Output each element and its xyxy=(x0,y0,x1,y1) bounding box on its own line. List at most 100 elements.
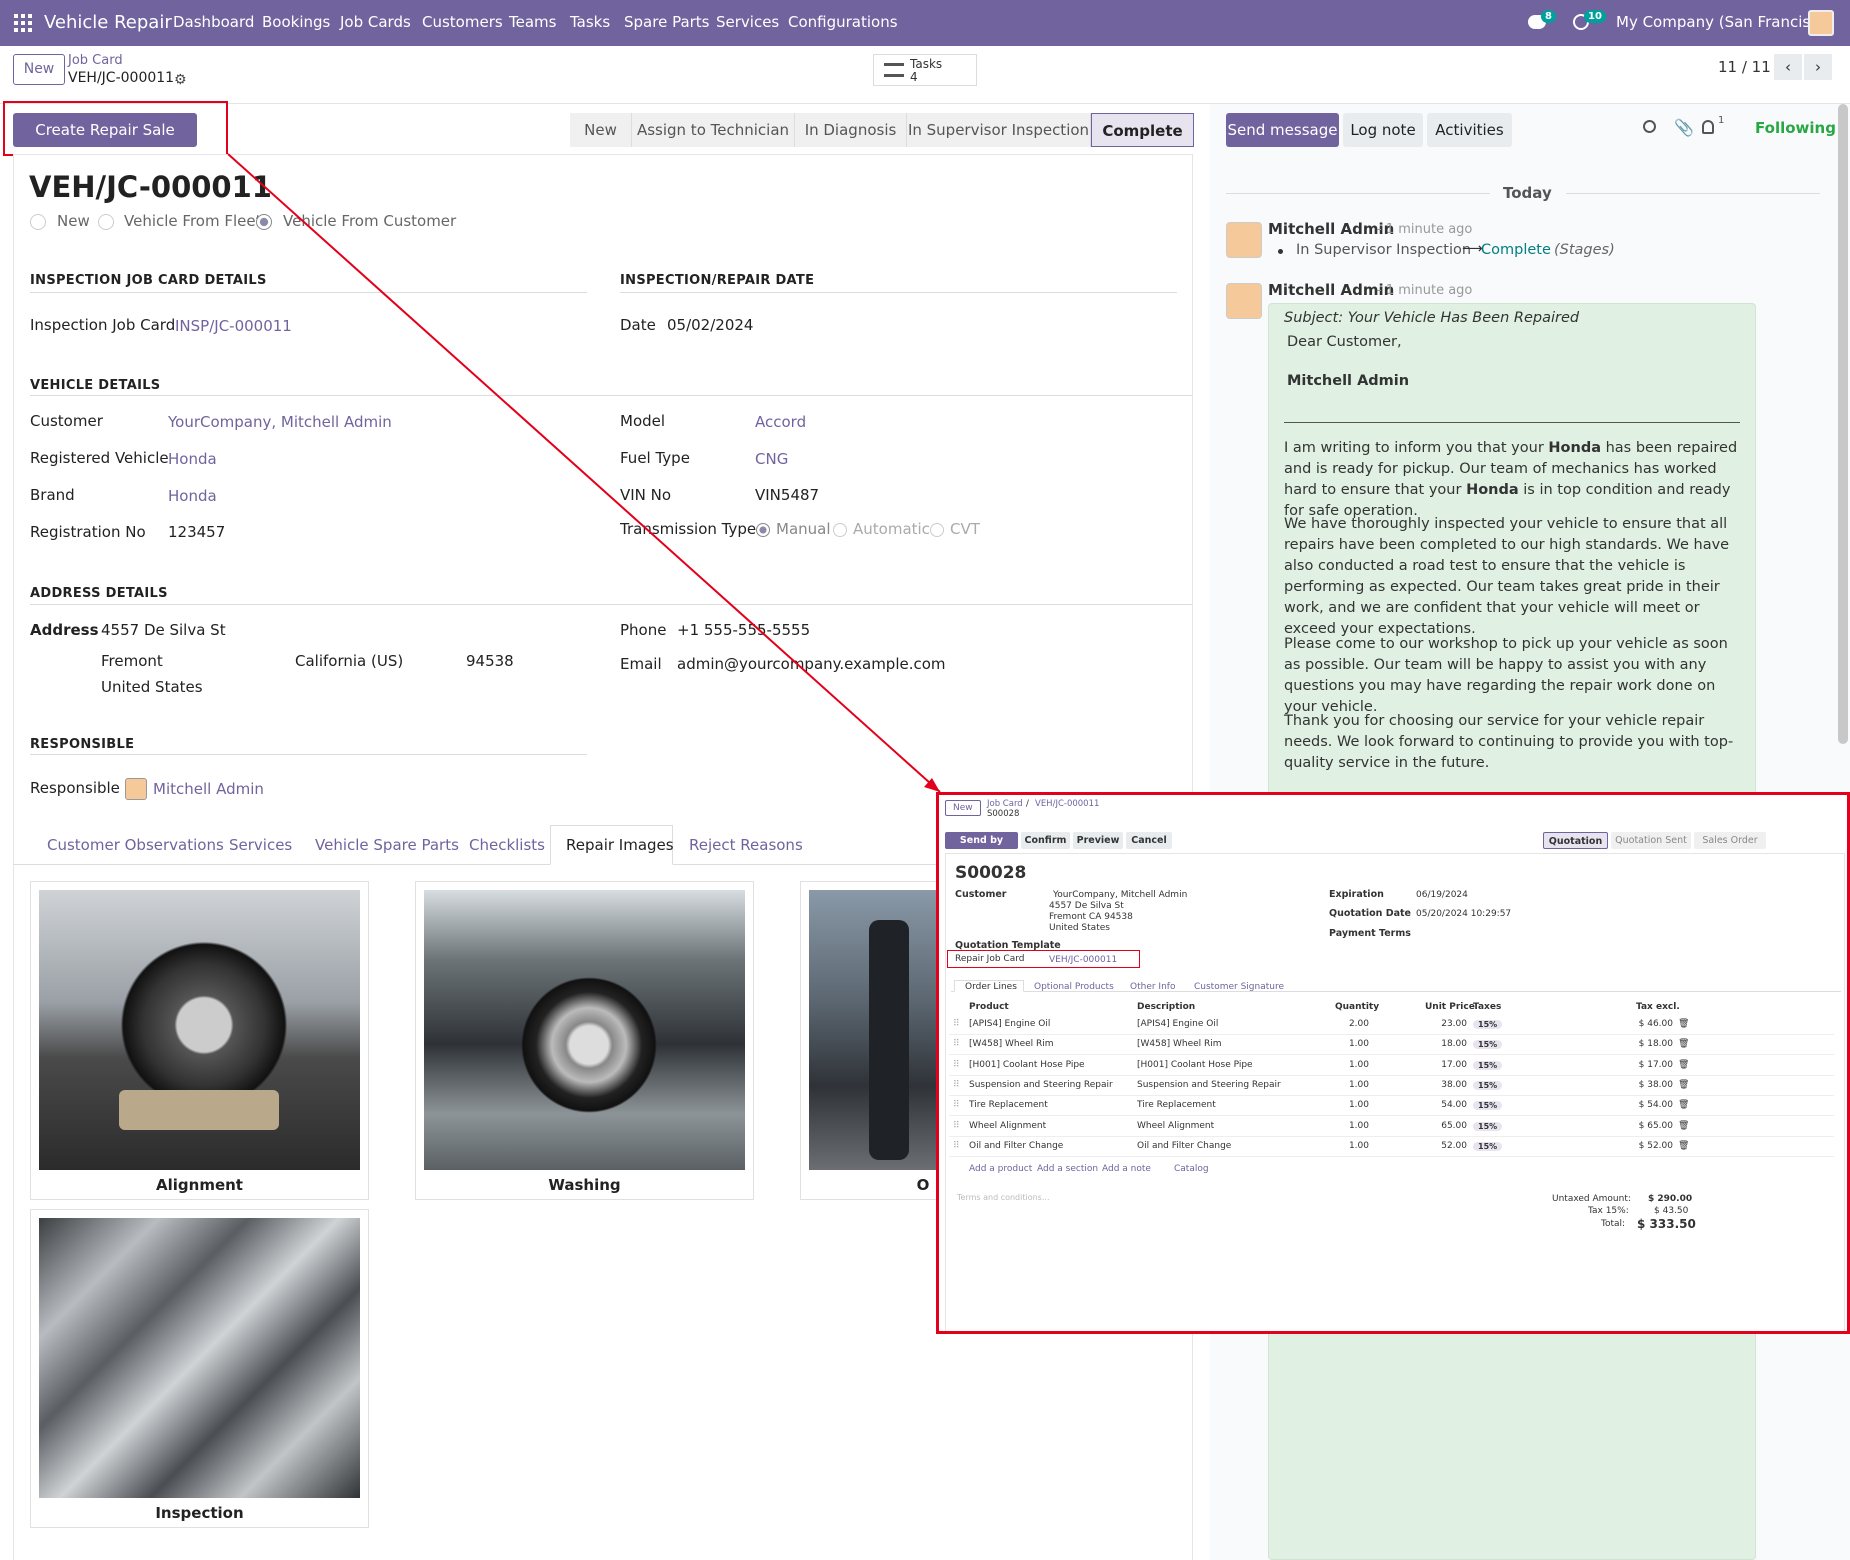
search-icon[interactable] xyxy=(1643,120,1656,133)
quote-order-line[interactable] xyxy=(949,1137,1834,1157)
quote-line-product[interactable]: Tire Replacement xyxy=(969,1100,1048,1110)
quote-line-tax-badge[interactable]: 15% xyxy=(1473,1020,1503,1029)
quote-order-line[interactable] xyxy=(949,1035,1834,1056)
responsible-link[interactable]: Mitchell Admin xyxy=(153,780,264,798)
fuel-type-link[interactable]: CNG xyxy=(755,450,788,468)
trash-icon[interactable]: 🗑 xyxy=(1678,1141,1689,1151)
quote-line-tax-badge[interactable]: 15% xyxy=(1473,1101,1503,1111)
pager-next-button[interactable]: › xyxy=(1804,54,1832,80)
quote-add-note[interactable]: Add a note xyxy=(1102,1164,1151,1174)
stage-new[interactable]: New xyxy=(570,113,632,147)
image-card[interactable]: Washing xyxy=(415,881,754,1200)
user-avatar[interactable] xyxy=(1808,10,1834,36)
quote-line-subtotal[interactable]: $ 46.00 xyxy=(1639,1019,1673,1029)
menu-spare-parts[interactable]: Spare Parts xyxy=(624,13,710,31)
type-customer-radio[interactable] xyxy=(256,214,272,230)
quote-line-price[interactable]: 52.00 xyxy=(1441,1141,1467,1151)
country-value[interactable]: United States xyxy=(101,678,203,696)
quote-line-product[interactable]: Wheel Alignment xyxy=(969,1121,1046,1131)
image-card[interactable]: Alignment xyxy=(30,881,369,1200)
quote-line-description[interactable]: [H001] Coolant Hose Pipe xyxy=(1137,1060,1253,1070)
quote-line-subtotal[interactable]: $ 54.00 xyxy=(1639,1100,1673,1110)
quote-line-tax-badge[interactable]: 15% xyxy=(1473,1040,1503,1050)
pager-value[interactable]: 11 / 11 xyxy=(1718,58,1771,76)
tab-services[interactable]: Services xyxy=(229,836,292,854)
quote-tab-other-info[interactable]: Other Info xyxy=(1130,982,1175,992)
quote-line-description[interactable]: [W458] Wheel Rim xyxy=(1137,1039,1222,1049)
trans-automatic-radio[interactable] xyxy=(833,523,847,537)
quote-line-product[interactable]: [H001] Coolant Hose Pipe xyxy=(969,1060,1085,1070)
quote-cancel-button[interactable]: Cancel xyxy=(1126,832,1172,849)
drag-handle-icon[interactable]: ⠿ xyxy=(953,1100,960,1110)
quote-line-tax-badge[interactable]: 15% xyxy=(1473,1080,1503,1090)
quote-customer-line[interactable]: YourCompany, Mitchell Admin xyxy=(1053,890,1187,900)
quote-line-quantity[interactable]: 1.00 xyxy=(1349,1141,1369,1151)
model-link[interactable]: Accord xyxy=(755,413,806,431)
quote-stage-order[interactable]: Sales Order xyxy=(1694,832,1766,849)
drag-handle-icon[interactable]: ⠿ xyxy=(953,1060,960,1070)
scrollbar[interactable] xyxy=(1838,104,1848,744)
quote-breadcrumb-2[interactable]: VEH/JC-000011 xyxy=(1035,799,1099,809)
quote-line-price[interactable]: 17.00 xyxy=(1441,1060,1467,1070)
app-title[interactable]: Vehicle Repair xyxy=(44,12,172,33)
quote-line-tax-badge[interactable]: 15% xyxy=(1473,1141,1503,1151)
trash-icon[interactable]: 🗑 xyxy=(1678,1039,1689,1049)
email-value[interactable]: admin@yourcompany.example.com xyxy=(677,655,946,673)
menu-customers[interactable]: Customers xyxy=(422,13,503,31)
quote-tab-optional[interactable]: Optional Products xyxy=(1034,982,1114,992)
trash-icon[interactable]: 🗑 xyxy=(1678,1060,1689,1070)
quote-line-subtotal[interactable]: $ 17.00 xyxy=(1639,1060,1673,1070)
quote-line-quantity[interactable]: 1.00 xyxy=(1349,1060,1369,1070)
quote-catalog[interactable]: Catalog xyxy=(1174,1164,1209,1174)
quote-tab-signature[interactable]: Customer Signature xyxy=(1194,982,1284,992)
menu-dashboard[interactable]: Dashboard xyxy=(173,13,254,31)
quote-tab-order-lines[interactable]: Order Lines xyxy=(965,982,1017,992)
drag-handle-icon[interactable]: ⠿ xyxy=(953,1019,960,1029)
quote-line-description[interactable]: Wheel Alignment xyxy=(1137,1121,1214,1131)
quote-line-subtotal[interactable]: $ 18.00 xyxy=(1639,1039,1673,1049)
menu-bookings[interactable]: Bookings xyxy=(262,13,330,31)
quote-line-quantity[interactable]: 1.00 xyxy=(1349,1039,1369,1049)
tab-vehicle-spare-parts[interactable]: Vehicle Spare Parts xyxy=(315,836,459,854)
inspection-link[interactable]: INSP/JC-000011 xyxy=(175,317,292,335)
apps-menu-icon[interactable] xyxy=(14,14,32,32)
stage-in-diagnosis[interactable]: In Diagnosis xyxy=(795,113,907,147)
date-value[interactable]: 05/02/2024 xyxy=(667,316,753,334)
quote-line-product[interactable]: [APIS4] Engine Oil xyxy=(969,1019,1050,1029)
registered-vehicle-link[interactable]: Honda xyxy=(168,450,217,468)
drag-handle-icon[interactable]: ⠿ xyxy=(953,1080,960,1090)
quote-breadcrumb-1[interactable]: Job Card xyxy=(987,799,1023,809)
quote-line-price[interactable]: 54.00 xyxy=(1441,1100,1467,1110)
image-card[interactable]: Inspection xyxy=(30,1209,369,1528)
drag-handle-icon[interactable]: ⠿ xyxy=(953,1141,960,1151)
quote-stage-quotation[interactable]: Quotation xyxy=(1543,832,1608,849)
quote-jobcard-link[interactable]: VEH/JC-000011 xyxy=(1049,955,1117,965)
trash-icon[interactable]: 🗑 xyxy=(1678,1019,1689,1029)
quote-order-line[interactable] xyxy=(949,1096,1834,1117)
menu-services[interactable]: Services xyxy=(716,13,779,31)
quote-line-subtotal[interactable]: $ 65.00 xyxy=(1639,1121,1673,1131)
tab-reject-reasons[interactable]: Reject Reasons xyxy=(689,836,803,854)
tab-customer-observations[interactable]: Customer Observations xyxy=(47,836,224,854)
quote-order-line[interactable] xyxy=(949,1117,1834,1137)
gear-icon[interactable]: ⚙ xyxy=(174,72,187,88)
stage-assign-technician[interactable]: Assign to Technician xyxy=(632,113,795,147)
quote-line-price[interactable]: 18.00 xyxy=(1441,1039,1467,1049)
quote-new-button[interactable]: New xyxy=(945,800,981,816)
state-value[interactable]: California (US) xyxy=(295,652,403,670)
quote-confirm-button[interactable]: Confirm xyxy=(1021,832,1070,849)
message-author[interactable]: Mitchell Admin xyxy=(1268,281,1394,299)
breadcrumb-job-card[interactable]: Job Card xyxy=(68,53,123,68)
activities-button[interactable]: Activities xyxy=(1427,113,1512,147)
company-switcher[interactable]: My Company (San Francisco) xyxy=(1616,13,1833,31)
brand-link[interactable]: Honda xyxy=(168,487,217,505)
quote-line-tax-badge[interactable]: 15% xyxy=(1473,1060,1503,1070)
quote-order-line[interactable] xyxy=(949,1015,1834,1035)
pager-prev-button[interactable]: ‹ xyxy=(1774,54,1802,80)
trash-icon[interactable]: 🗑 xyxy=(1678,1121,1689,1131)
phone-value[interactable]: +1 555-555-5555 xyxy=(677,621,810,639)
vin-value[interactable]: VIN5487 xyxy=(755,486,819,504)
menu-job-cards[interactable]: Job Cards xyxy=(340,13,411,31)
quote-add-product[interactable]: Add a product xyxy=(969,1164,1032,1174)
quote-line-product[interactable]: Oil and Filter Change xyxy=(969,1141,1063,1151)
